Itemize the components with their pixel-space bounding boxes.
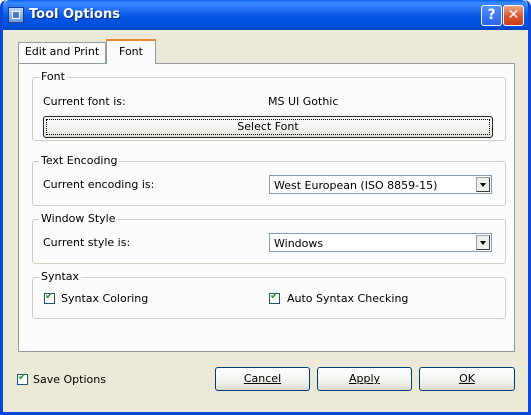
help-button[interactable]: ? <box>481 5 502 26</box>
chevron-down-icon[interactable] <box>476 235 490 250</box>
window-style-select[interactable]: Windows <box>269 233 492 252</box>
tool-options-dialog: Tool Options ? ✕ Edit and Print Font Fon… <box>0 0 531 415</box>
apply-button-label: Apply <box>348 372 381 385</box>
tab-edit-and-print[interactable]: Edit and Print <box>18 42 106 63</box>
tab-font[interactable]: Font <box>106 39 156 64</box>
title-bar[interactable]: Tool Options ? ✕ <box>3 0 528 30</box>
app-icon <box>8 7 24 23</box>
syntax-coloring-checkbox[interactable]: ✔ <box>44 291 55 304</box>
chevron-down-icon[interactable] <box>476 177 490 192</box>
auto-syntax-checking-checkbox[interactable]: ✔ <box>269 291 280 304</box>
syntax-coloring-label[interactable]: Syntax Coloring <box>61 292 148 305</box>
window-style-group-title: Window Style <box>39 212 118 225</box>
encoding-select[interactable]: West European (ISO 8859-15) <box>269 175 492 194</box>
encoding-select-value: West European (ISO 8859-15) <box>274 179 438 192</box>
check-icon: ✔ <box>270 291 279 302</box>
font-tab-panel: Font Current font is: MS UI Gothic Selec… <box>18 63 515 352</box>
cancel-button[interactable]: Cancel <box>215 367 310 391</box>
save-options-checkbox[interactable]: ✔ <box>17 372 28 385</box>
close-button[interactable]: ✕ <box>503 5 524 26</box>
select-font-button[interactable]: Select Font <box>43 116 493 138</box>
current-encoding-label: Current encoding is: <box>43 178 155 191</box>
current-font-label: Current font is: <box>43 95 126 108</box>
apply-button[interactable]: Apply <box>317 367 412 391</box>
font-group: Font Current font is: MS UI Gothic Selec… <box>32 70 506 141</box>
current-style-label: Current style is: <box>43 236 131 249</box>
cancel-button-label: Cancel <box>243 372 282 385</box>
window-title: Tool Options <box>29 7 120 22</box>
text-encoding-group-title: Text Encoding <box>39 154 120 167</box>
current-font-value: MS UI Gothic <box>268 95 339 108</box>
save-options-label[interactable]: Save Options <box>33 373 106 386</box>
syntax-group: Syntax ✔ Syntax Coloring ✔ Auto Syntax C… <box>32 270 506 319</box>
ok-button[interactable]: OK <box>419 367 515 391</box>
auto-syntax-checking-label[interactable]: Auto Syntax Checking <box>287 292 408 305</box>
check-icon: ✔ <box>18 372 27 383</box>
window-style-group: Window Style Current style is: Windows <box>32 212 506 264</box>
syntax-group-title: Syntax <box>39 270 82 283</box>
text-encoding-group: Text Encoding Current encoding is: West … <box>32 154 506 206</box>
window-style-select-value: Windows <box>274 237 324 250</box>
font-group-title: Font <box>39 70 67 83</box>
check-icon: ✔ <box>45 291 54 302</box>
ok-button-label: OK <box>459 372 475 385</box>
